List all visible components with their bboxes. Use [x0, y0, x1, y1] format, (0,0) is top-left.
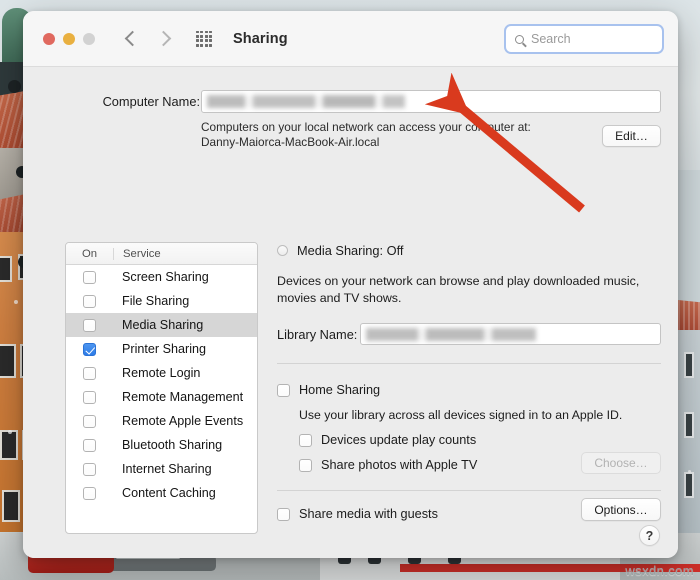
media-sharing-status-row: Media Sharing: Off: [277, 243, 661, 258]
service-checkbox-cell: [66, 318, 113, 332]
edit-button[interactable]: Edit…: [602, 125, 661, 147]
redacted-library-name: [365, 328, 606, 341]
service-name-label: Content Caching: [122, 486, 216, 500]
window-titlebar: Sharing: [23, 11, 678, 67]
service-checkbox[interactable]: [83, 342, 96, 356]
home-sharing-sub-options: Devices update play counts Share photos …: [299, 433, 661, 474]
sharing-preferences-window: Sharing Computer Name: Computers on your…: [23, 11, 678, 558]
devices-update-play-counts-row[interactable]: Devices update play counts: [299, 433, 661, 447]
service-name-label: Remote Apple Events: [122, 414, 244, 428]
computer-name-label: Computer Name:: [102, 94, 200, 109]
service-row-file-sharing[interactable]: File Sharing: [66, 289, 257, 313]
services-rows: Screen Sharing File Sharing Media Sharing P…: [66, 265, 257, 505]
service-checkbox-cell: [66, 390, 113, 404]
service-checkbox[interactable]: [83, 438, 96, 452]
minimize-button[interactable]: [63, 32, 75, 45]
service-checkbox-cell: [66, 366, 113, 380]
wallpaper-lamp-a: [8, 80, 21, 93]
service-row-remote-apple-events[interactable]: Remote Apple Events: [66, 409, 257, 433]
status-indicator-icon: [277, 245, 288, 256]
share-photos-apple-tv-checkbox[interactable]: [299, 458, 312, 472]
show-all-preferences-button[interactable]: [196, 30, 212, 47]
service-checkbox-cell: [66, 462, 113, 476]
forward-button[interactable]: [155, 30, 171, 47]
search-field[interactable]: [504, 24, 664, 54]
chevron-left-icon: [124, 30, 140, 47]
column-header-on: On: [81, 247, 98, 260]
share-media-with-guests-checkbox[interactable]: [277, 507, 290, 521]
redacted-computer-name: [207, 95, 567, 108]
service-name-label: Bluetooth Sharing: [122, 438, 223, 452]
service-row-remote-login[interactable]: Remote Login: [66, 361, 257, 385]
back-button[interactable]: [124, 30, 140, 47]
service-checkbox[interactable]: [83, 462, 96, 476]
chevron-right-icon: [155, 30, 171, 47]
home-sharing-checkbox-row[interactable]: Home Sharing: [277, 383, 661, 397]
service-checkbox-cell: [66, 342, 113, 356]
home-sharing-label: Home Sharing: [299, 383, 381, 397]
service-checkbox[interactable]: [83, 414, 96, 428]
devices-update-play-counts-checkbox[interactable]: [299, 433, 312, 447]
library-name-input[interactable]: [359, 323, 661, 345]
home-sharing-description: Use your library across all devices sign…: [299, 408, 623, 422]
service-checkbox-cell: [66, 294, 113, 308]
service-checkbox[interactable]: [83, 318, 96, 332]
service-name-label: Media Sharing: [122, 318, 204, 332]
service-name-label: Internet Sharing: [122, 462, 212, 476]
service-checkbox[interactable]: [83, 366, 96, 380]
service-checkbox-cell: [66, 486, 113, 500]
service-row-printer-sharing[interactable]: Printer Sharing: [66, 337, 257, 361]
navigation-buttons: [124, 30, 171, 47]
column-header-service: Service: [113, 247, 257, 260]
media-sharing-status-text: Media Sharing: Off: [297, 243, 404, 258]
computer-name-description-line1: Computers on your local network can acce…: [201, 120, 531, 134]
site-watermark: wsxdn.com: [625, 563, 694, 578]
share-photos-apple-tv-label: Share photos with Apple TV: [321, 458, 478, 472]
local-hostname: Danny-Maiorca-MacBook-Air.local: [201, 135, 380, 149]
services-list[interactable]: On Service Screen Sharing File Sharing Med…: [65, 242, 258, 534]
service-name-label: Screen Sharing: [122, 270, 209, 284]
choose-button: Choose…: [581, 452, 661, 474]
share-media-with-guests-label: Share media with guests: [299, 507, 438, 521]
home-sharing-checkbox[interactable]: [277, 383, 290, 397]
computer-name-input[interactable]: [201, 90, 661, 113]
traffic-light-buttons: [43, 32, 95, 45]
service-checkbox[interactable]: [83, 270, 96, 284]
service-name-label: Remote Login: [122, 366, 201, 380]
service-row-content-caching[interactable]: Content Caching: [66, 481, 257, 505]
close-button[interactable]: [43, 32, 55, 45]
zoom-button[interactable]: [83, 32, 95, 45]
search-input[interactable]: [531, 32, 654, 46]
service-checkbox[interactable]: [83, 486, 96, 500]
service-checkbox-cell: [66, 414, 113, 428]
library-name-row: Library Name:: [277, 323, 661, 345]
library-name-label: Library Name:: [277, 326, 358, 342]
service-name-label: File Sharing: [122, 294, 190, 308]
page-title: Sharing: [233, 30, 288, 47]
service-checkbox-cell: [66, 270, 113, 284]
media-sharing-detail-pane: Media Sharing: Off Devices on your netwo…: [277, 243, 661, 521]
service-name-label: Remote Management: [122, 390, 244, 404]
service-row-screen-sharing[interactable]: Screen Sharing: [66, 265, 257, 289]
guest-sharing-section: Share media with guests Options…: [277, 490, 661, 521]
service-name-label: Printer Sharing: [122, 342, 206, 356]
options-button[interactable]: Options…: [581, 498, 661, 521]
service-checkbox[interactable]: [83, 294, 96, 308]
help-button[interactable]: ?: [639, 525, 660, 546]
services-table-header: On Service: [66, 243, 257, 265]
service-row-bluetooth-sharing[interactable]: Bluetooth Sharing: [66, 433, 257, 457]
media-sharing-description: Devices on your network can browse and p…: [277, 274, 640, 305]
service-checkbox[interactable]: [83, 390, 96, 404]
devices-update-play-counts-label: Devices update play counts: [321, 433, 477, 447]
window-body: Computer Name: Computers on your local n…: [23, 67, 678, 558]
service-checkbox-cell: [66, 438, 113, 452]
service-row-media-sharing[interactable]: Media Sharing: [66, 313, 257, 337]
service-row-remote-management[interactable]: Remote Management: [66, 385, 257, 409]
service-row-internet-sharing[interactable]: Internet Sharing: [66, 457, 257, 481]
divider-above-guests: [277, 490, 661, 491]
search-icon: [515, 34, 524, 44]
divider-above-home-sharing: [277, 363, 661, 364]
computer-name-description: Computers on your local network can acce…: [201, 120, 531, 150]
